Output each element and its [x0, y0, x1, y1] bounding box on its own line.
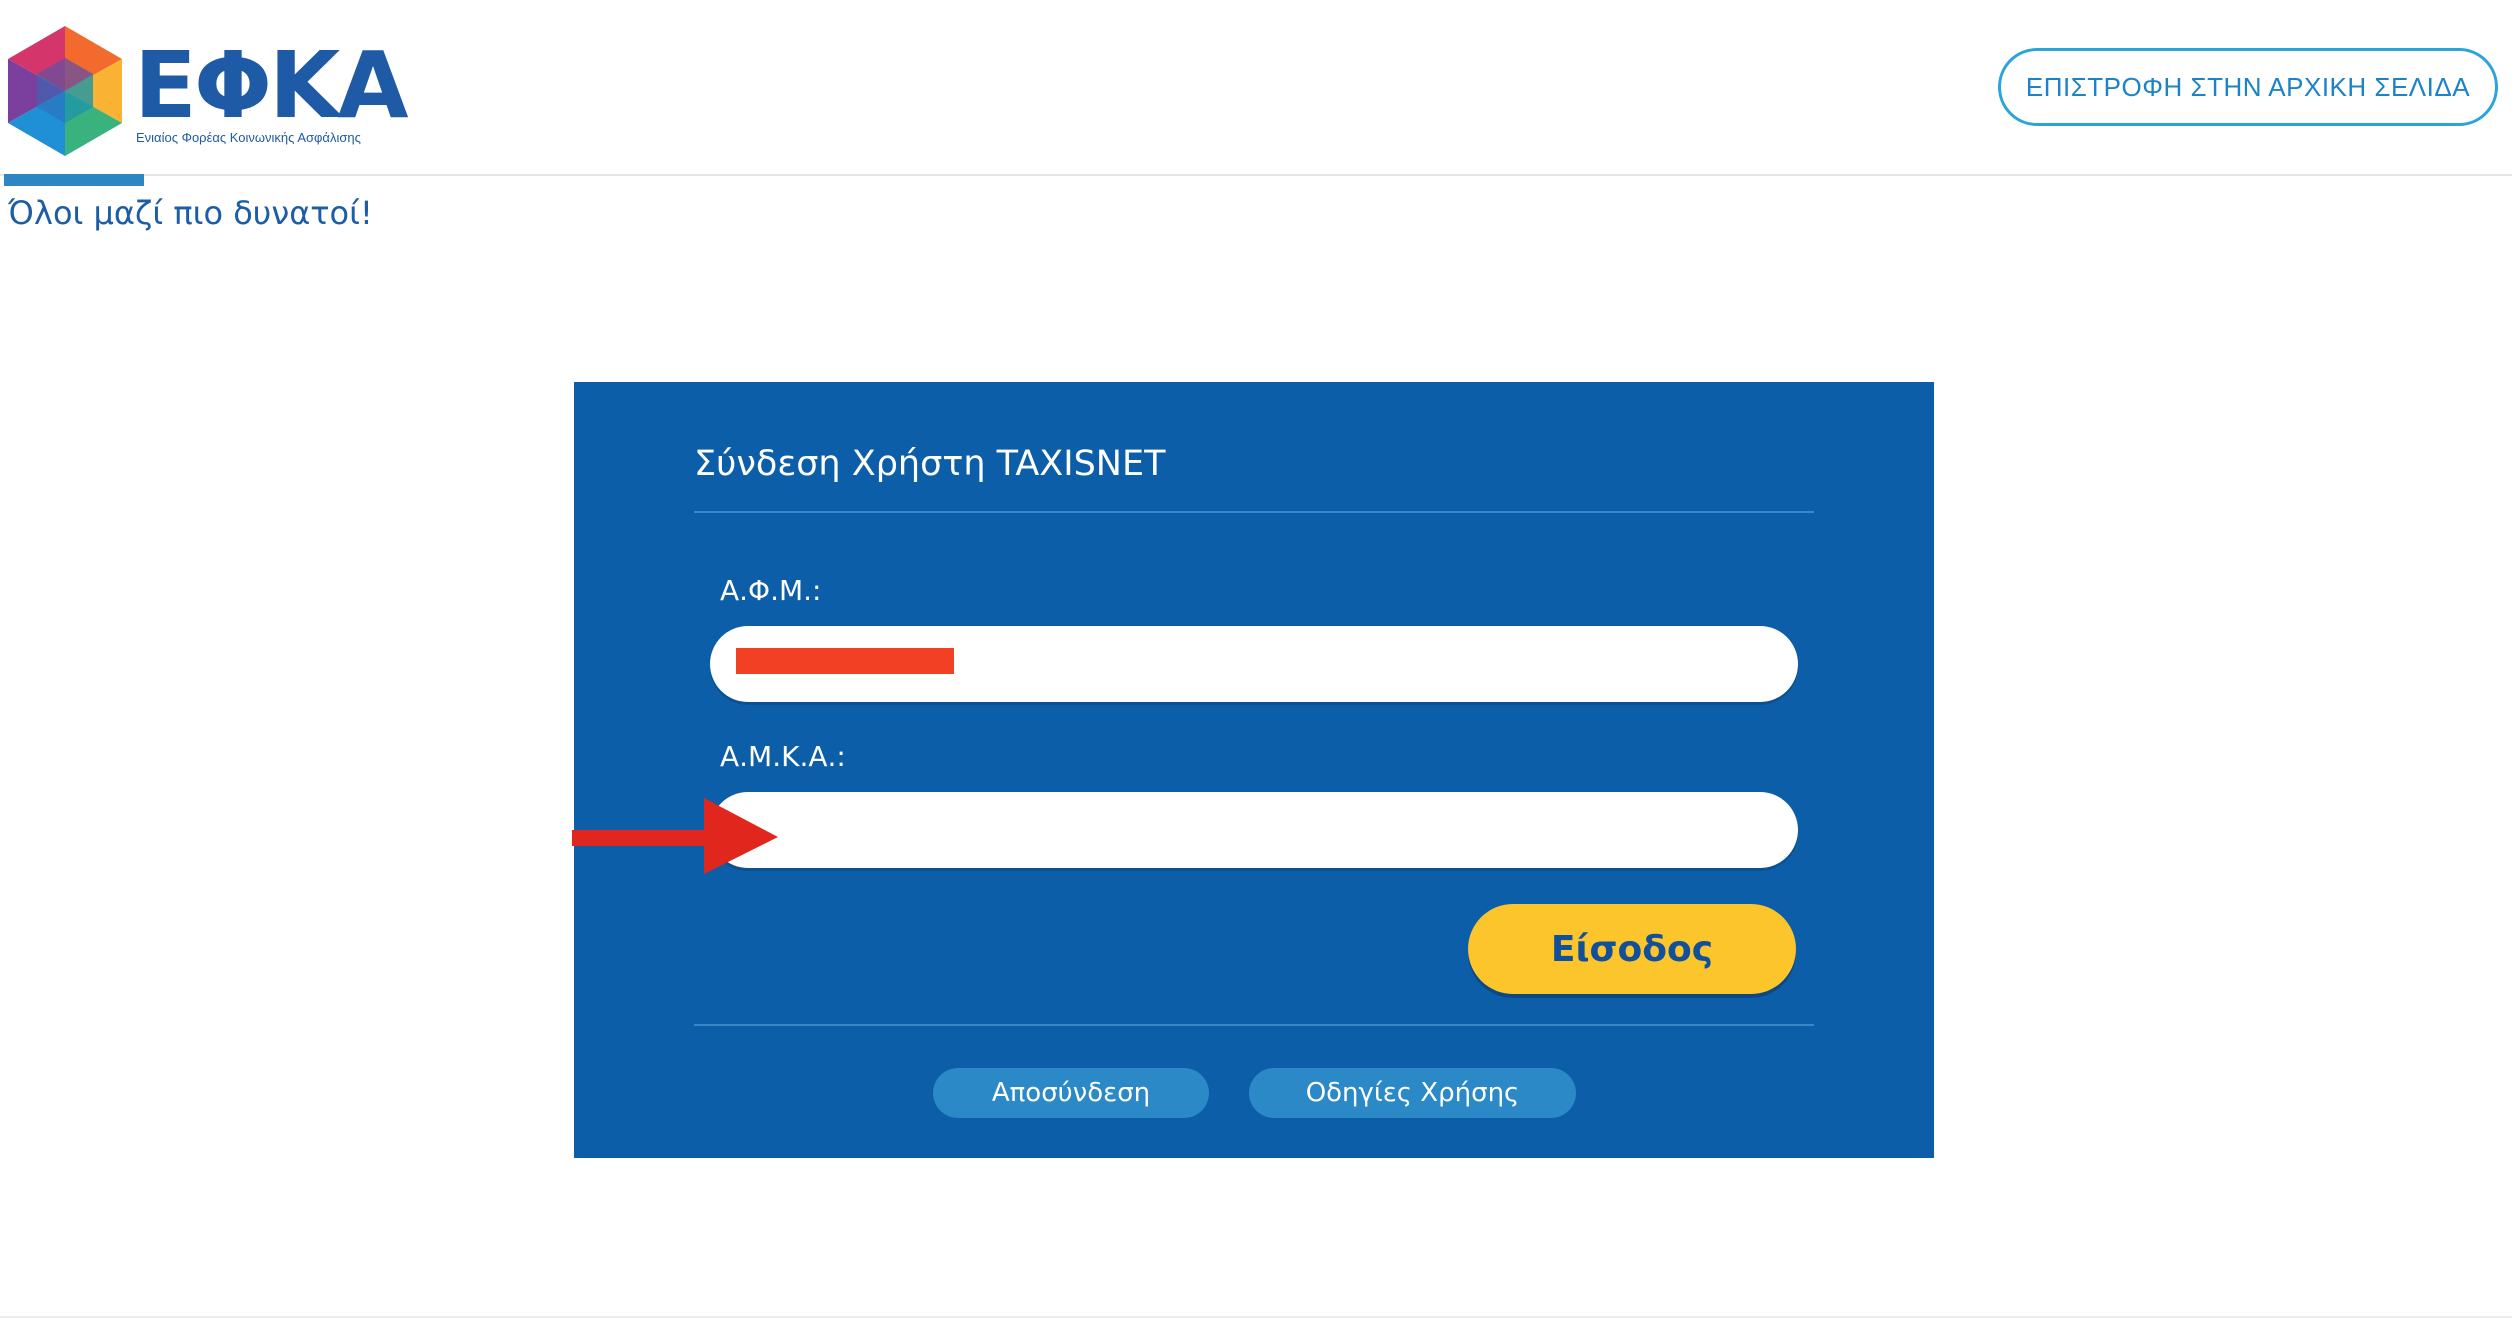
return-home-button[interactable]: ΕΠΙΣΤΡΟΦΗ ΣΤΗΝ ΑΡΧΙΚΗ ΣΕΛΙΔΑ: [1998, 48, 2498, 126]
logo-wordmark: ΕΦΚΑ: [134, 32, 409, 139]
login-submit-button[interactable]: Είσοδος: [1468, 904, 1796, 994]
afm-input[interactable]: [710, 626, 1798, 702]
amka-label: Α.Μ.Κ.Α.:: [720, 740, 846, 773]
footer-divider: [0, 1316, 2512, 1318]
panel-title: Σύνδεση Χρήστη TAXISNET: [694, 444, 1166, 484]
user-guide-button[interactable]: Οδηγίες Χρήσης: [1249, 1068, 1576, 1118]
redaction-mark: [736, 648, 954, 674]
taxisnet-login-panel: Σύνδεση Χρήστη TAXISNET Α.Φ.Μ.: Α.Μ.Κ.Α.…: [574, 382, 1934, 1158]
site-header: ΕΦΚΑ Ενιαίος Φορέας Κοινωνικής Ασφάλισης…: [0, 0, 2512, 176]
divider: [694, 1024, 1814, 1026]
logout-button[interactable]: Αποσύνδεση: [933, 1068, 1209, 1118]
header-accent-bar: [4, 174, 144, 186]
efka-hexagon-logo-icon: [8, 26, 122, 156]
logo-subtitle: Ενιαίος Φορέας Κοινωνικής Ασφάλισης: [136, 130, 361, 145]
red-arrow-right-icon: [572, 798, 778, 874]
efka-logo[interactable]: ΕΦΚΑ Ενιαίος Φορέας Κοινωνικής Ασφάλισης: [8, 26, 409, 156]
amka-input[interactable]: [710, 792, 1798, 868]
afm-label: Α.Φ.Μ.:: [720, 574, 822, 607]
tagline: Όλοι μαζί πιο δυνατοί!: [8, 194, 373, 232]
divider: [694, 511, 1814, 513]
